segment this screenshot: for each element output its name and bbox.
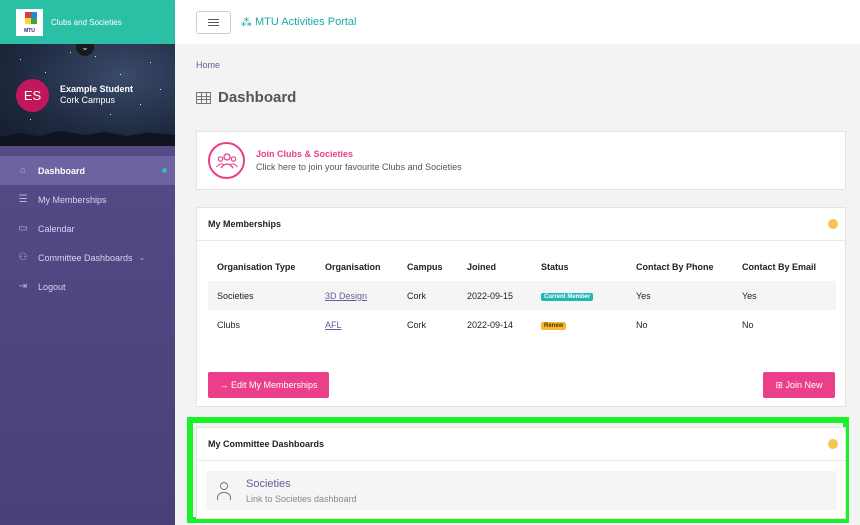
organisation-link[interactable]: AFL bbox=[325, 320, 342, 330]
sidebar-item-label: Committee Dashboards bbox=[38, 252, 133, 263]
page-title-text: Dashboard bbox=[218, 89, 297, 106]
committee-card: My Committee Dashboards Societies Link t… bbox=[196, 427, 846, 519]
join-new-button[interactable]: ⊞ Join New bbox=[763, 372, 835, 398]
column-header: Status bbox=[541, 261, 569, 272]
portal-title: MTU Activities Portal bbox=[255, 16, 357, 28]
cell-phone: No bbox=[636, 319, 648, 330]
brand-bar: MTU Clubs and Societies bbox=[0, 0, 175, 44]
join-clubs-card[interactable]: Join Clubs & Societies Click here to joi… bbox=[196, 131, 846, 190]
column-header: Organisation bbox=[325, 261, 381, 272]
active-indicator bbox=[162, 168, 167, 173]
table-icon bbox=[196, 91, 211, 104]
committee-dashboard-link[interactable]: Societies Link to Societies dashboard bbox=[206, 471, 836, 510]
sidebar-item-dashboard[interactable]: ⌂ Dashboard bbox=[0, 156, 175, 185]
user-icon: ⚇ bbox=[18, 252, 28, 263]
home-icon: ⌂ bbox=[19, 165, 27, 176]
sidebar-nav: ⌂ Dashboard ☰ My Memberships ▭ Calendar … bbox=[0, 156, 175, 301]
join-subtitle: Click here to join your favourite Clubs … bbox=[256, 162, 462, 172]
column-header: Campus bbox=[407, 261, 443, 272]
user-name: Example Student bbox=[60, 84, 134, 94]
status-badge: Current Member bbox=[541, 293, 594, 301]
memberships-title: My Memberships bbox=[208, 219, 282, 229]
committee-highlight-box: My Committee Dashboards Societies Link t… bbox=[187, 417, 849, 523]
chevron-down-icon: ⌄ bbox=[138, 253, 146, 262]
sidebar-item-label: Calendar bbox=[38, 223, 75, 234]
list-icon: ☰ bbox=[18, 194, 28, 205]
edit-memberships-button[interactable]: → Edit My Memberships bbox=[208, 372, 329, 398]
cell-joined: 2022-09-14 bbox=[467, 319, 514, 330]
avatar[interactable]: ES bbox=[16, 79, 49, 112]
sidebar-item-label: My Memberships bbox=[38, 194, 107, 205]
chevron-down-icon[interactable]: ⌄ bbox=[76, 44, 94, 56]
table-row: Clubs AFL Cork 2022-09-14 Renew No No bbox=[208, 310, 836, 339]
user-icon bbox=[216, 481, 232, 500]
memberships-table: Organisation Type Organisation Campus Jo… bbox=[208, 252, 836, 339]
menu-toggle-button[interactable] bbox=[196, 10, 231, 34]
sidebar-item-my-memberships[interactable]: ☰ My Memberships bbox=[0, 185, 175, 214]
brand-name: Clubs and Societies bbox=[51, 17, 122, 27]
cell-email: No bbox=[742, 319, 754, 330]
committee-header: My Committee Dashboards bbox=[197, 428, 845, 461]
column-header: Joined bbox=[467, 261, 497, 272]
main-content: Home Dashboard Join Clubs & Societies Cl… bbox=[175, 44, 860, 525]
cell-type: Clubs bbox=[217, 319, 241, 330]
status-dot-icon[interactable] bbox=[828, 219, 838, 229]
network-icon: ⁂ bbox=[241, 16, 252, 29]
sidebar: MTU Clubs and Societies ⌄ ES Example Stu… bbox=[0, 0, 175, 525]
mtu-logo[interactable]: MTU bbox=[16, 8, 43, 36]
user-campus: Cork Campus bbox=[60, 95, 116, 105]
column-header: Organisation Type bbox=[217, 261, 296, 272]
cell-phone: Yes bbox=[627, 281, 733, 310]
cell-campus: Cork bbox=[407, 319, 427, 330]
join-title: Join Clubs & Societies bbox=[256, 149, 354, 159]
group-icon bbox=[208, 142, 245, 179]
page-title: Dashboard bbox=[196, 89, 296, 106]
status-dot-icon[interactable] bbox=[828, 439, 838, 449]
table-row: Societies 3D Design Cork 2022-09-15 Curr… bbox=[208, 281, 836, 310]
sidebar-item-committee-dashboards[interactable]: ⚇ Committee Dashboards ⌄ bbox=[0, 243, 175, 272]
cell-type: Societies bbox=[208, 281, 316, 310]
calendar-icon: ▭ bbox=[18, 223, 28, 234]
sidebar-item-label: Logout bbox=[38, 281, 66, 292]
sidebar-item-calendar[interactable]: ▭ Calendar bbox=[0, 214, 175, 243]
cell-campus: Cork bbox=[398, 281, 458, 310]
column-header: Contact By Phone bbox=[636, 261, 714, 272]
committee-item-subtitle: Link to Societies dashboard bbox=[246, 493, 357, 504]
status-badge[interactable]: Renew bbox=[541, 322, 567, 330]
cell-email: Yes bbox=[733, 281, 836, 310]
sidebar-item-label: Dashboard bbox=[38, 165, 86, 176]
logout-icon: ⇥ bbox=[18, 281, 28, 292]
hamburger-icon bbox=[208, 21, 219, 23]
cell-joined: 2022-09-15 bbox=[458, 281, 532, 310]
portal-title-link[interactable]: ⁂ MTU Activities Portal bbox=[241, 16, 356, 29]
table-header-row: Organisation Type Organisation Campus Jo… bbox=[208, 252, 836, 281]
breadcrumb[interactable]: Home bbox=[196, 60, 220, 70]
column-header: Contact By Email bbox=[742, 261, 817, 272]
profile-panel: ⌄ ES Example Student Cork Campus bbox=[0, 44, 175, 146]
logo-text: MTU bbox=[24, 27, 35, 34]
memberships-header: My Memberships bbox=[197, 208, 845, 241]
topbar: ⁂ MTU Activities Portal bbox=[175, 0, 860, 44]
committee-title: My Committee Dashboards bbox=[208, 439, 325, 449]
memberships-card: My Memberships Organisation Type Organis… bbox=[196, 207, 846, 407]
committee-item-title: Societies bbox=[246, 477, 291, 490]
organisation-link[interactable]: 3D Design bbox=[325, 291, 367, 301]
sidebar-item-logout[interactable]: ⇥ Logout bbox=[0, 272, 175, 301]
